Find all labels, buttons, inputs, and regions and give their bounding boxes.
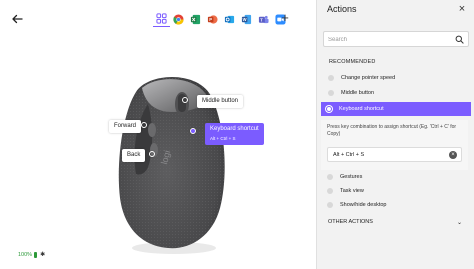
teams-icon: T (258, 15, 269, 23)
action-label: Keyboard shortcut (339, 106, 384, 112)
callout-label: Middle button (202, 98, 239, 104)
callout-forward[interactable]: Forward (109, 120, 142, 133)
recommended-label: RECOMMENDED (329, 59, 376, 65)
action-show-hide-desktop[interactable]: Show/hide desktop (322, 198, 468, 211)
action-task-view[interactable]: Task view (322, 184, 468, 197)
application-bar: P W T (153, 11, 289, 27)
action-change-pointer-speed[interactable]: Change pointer speed (323, 71, 469, 84)
powerpoint-icon: P (207, 14, 218, 24)
app-chrome-button[interactable] (170, 11, 187, 27)
callout-label: Forward (114, 123, 137, 129)
battery-level: 100% (18, 251, 33, 258)
battery-icon (34, 251, 38, 258)
panel-title: Actions (327, 4, 357, 14)
action-middle-button[interactable]: Middle button (323, 86, 469, 99)
action-label: Gestures (340, 173, 363, 180)
app-word-button[interactable]: W (238, 11, 255, 27)
battery-status: 100% ✱ (18, 251, 45, 258)
callout-middle-button[interactable]: Middle button (197, 95, 244, 108)
chrome-icon (173, 13, 184, 25)
bluetooth-icon: ✱ (40, 252, 46, 258)
svg-text:W: W (243, 17, 247, 22)
callout-keyboard-shortcut[interactable]: Keyboard shortcut Alt + Ctrl + S (205, 123, 264, 145)
close-icon[interactable]: × (457, 4, 467, 15)
radio-icon (328, 74, 334, 81)
callout-label: Keyboard shortcut (210, 126, 259, 132)
add-application-button[interactable]: + (279, 11, 291, 25)
app-outlook-button[interactable] (221, 11, 238, 27)
search-input[interactable] (328, 34, 448, 45)
radio-icon (327, 201, 333, 208)
outlook-icon (224, 15, 235, 23)
action-label: Change pointer speed (341, 74, 396, 81)
device-canvas: P W T + logi Middle button Forward Keybo… (0, 0, 316, 269)
radio-icon (328, 89, 334, 96)
action-label: Show/hide desktop (340, 201, 387, 208)
shortcut-input[interactable]: Alt + Ctrl + S × (327, 147, 462, 162)
grid-icon (156, 13, 167, 24)
search-icon[interactable] (455, 35, 464, 44)
other-actions-toggle[interactable]: OTHER ACTIONS ⌄ (322, 216, 467, 228)
forward-hotspot[interactable] (141, 122, 147, 128)
search-box[interactable] (323, 31, 469, 47)
action-label: Task view (340, 187, 364, 194)
app-excel-button[interactable] (187, 11, 204, 27)
word-icon: W (241, 14, 252, 24)
callout-shortcut-value: Alt + Ctrl + S (210, 136, 236, 141)
keyboard-shortcut-hotspot[interactable] (190, 128, 196, 134)
shortcut-hint: Press key combination to assign shortcut… (327, 124, 457, 137)
excel-icon (190, 14, 201, 24)
action-keyboard-shortcut[interactable]: Keyboard shortcut (321, 102, 471, 116)
callout-back[interactable]: Back (122, 149, 146, 162)
chevron-down-icon: ⌄ (456, 219, 462, 226)
action-gestures[interactable]: Gestures (322, 170, 468, 183)
middle-button-hotspot[interactable] (182, 97, 188, 103)
back-hotspot[interactable] (149, 151, 155, 157)
other-actions-label: OTHER ACTIONS (328, 219, 373, 225)
radio-selected-icon (326, 106, 332, 112)
svg-text:P: P (209, 17, 212, 22)
app-powerpoint-button[interactable]: P (204, 11, 221, 27)
action-label: Middle button (341, 89, 375, 96)
app-all-button[interactable] (153, 11, 170, 27)
callout-label: Back (127, 152, 141, 158)
shortcut-value: Alt + Ctrl + S (333, 152, 365, 158)
clear-icon[interactable]: × (449, 151, 457, 159)
radio-icon (327, 173, 333, 180)
app-teams-button[interactable]: T (255, 11, 272, 27)
arrow-left-icon[interactable] (11, 13, 23, 25)
radio-icon (327, 187, 333, 194)
